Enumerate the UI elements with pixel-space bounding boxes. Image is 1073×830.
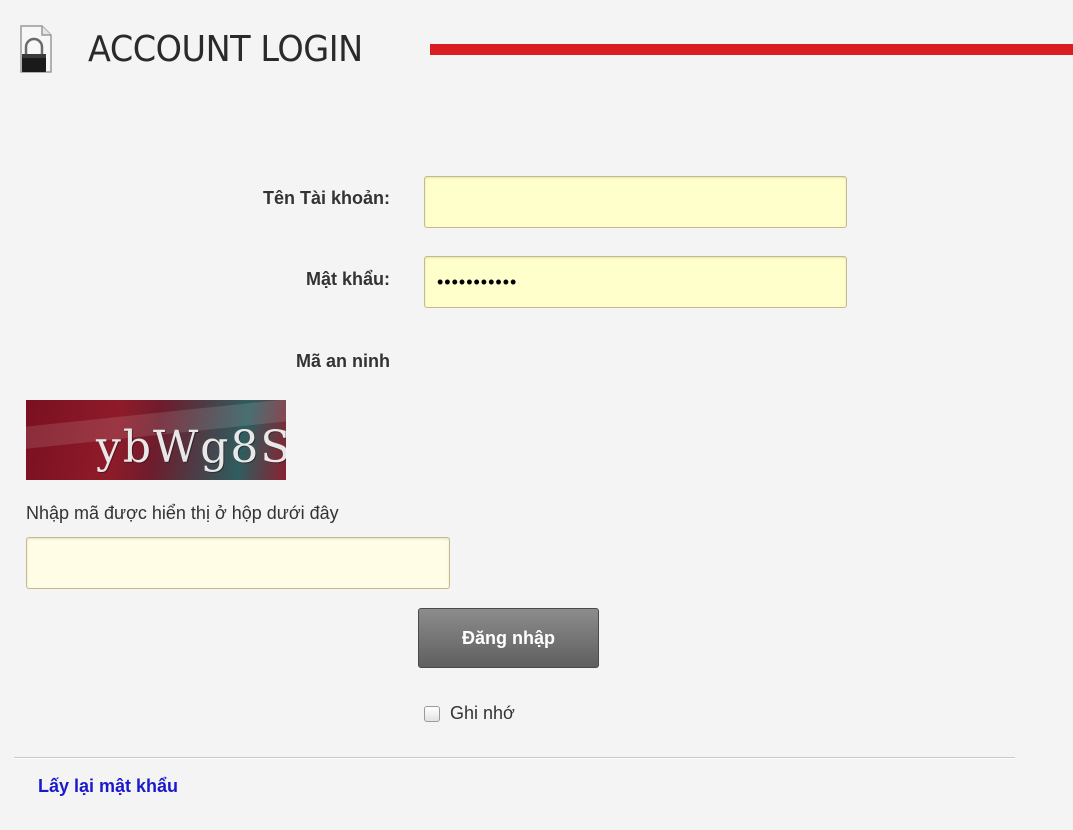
forgot-password-link[interactable]: Lấy lại mật khẩu [38, 776, 178, 797]
captcha-code: ybWg8S [96, 422, 286, 473]
captcha-hint: Nhập mã được hiển thị ở hộp dưới đây [26, 503, 339, 523]
remember-checkbox[interactable] [424, 705, 440, 722]
username-input[interactable] [424, 176, 847, 228]
divider [14, 757, 1015, 759]
login-button[interactable]: Đăng nhập [418, 608, 599, 668]
remember-me[interactable]: Ghi nhớ [424, 703, 515, 724]
captcha-label: Mã an ninh [296, 351, 390, 371]
username-label: Tên Tài khoản: [262, 188, 390, 208]
captcha-input[interactable] [26, 537, 450, 589]
remember-label: Ghi nhớ [450, 703, 515, 723]
header-rule [430, 44, 1073, 55]
login-page: ACCOUNT LOGIN Tên Tài khoản: Mật khẩu: M… [0, 0, 1073, 830]
captcha-image: ybWg8S [26, 400, 286, 480]
password-label: Mật khẩu: [305, 269, 390, 289]
password-input[interactable] [424, 256, 847, 308]
page-title: ACCOUNT LOGIN [88, 29, 363, 70]
lock-icon [20, 25, 52, 73]
